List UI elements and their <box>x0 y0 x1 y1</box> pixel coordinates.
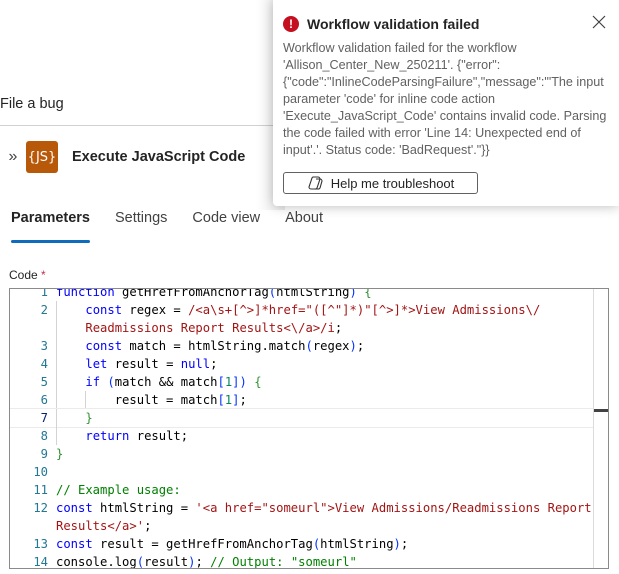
code-text: function getHrefFromAnchorTag(htmlString… <box>56 288 372 299</box>
tab-about[interactable]: About <box>285 210 323 234</box>
line-number: 8 <box>40 429 48 443</box>
code-line[interactable]: 13 const result = getHrefFromAnchorTag(ht… <box>10 535 594 553</box>
code-text: const match = htmlString.match(regex); <box>48 337 364 355</box>
code-line[interactable]: 3 const match = htmlString.match(regex); <box>10 337 594 355</box>
collapse-panel-chevron-icon[interactable]: » <box>2 148 24 166</box>
indent-guide <box>56 319 57 337</box>
line-number: 5 <box>40 375 48 389</box>
indent-guide <box>56 337 57 355</box>
code-line[interactable]: 7 } <box>10 408 595 428</box>
code-text: // Example usage: <box>56 483 181 497</box>
code-line[interactable]: 5 if (match && match[1]) { <box>10 373 594 391</box>
action-header: » {JS} Execute JavaScript Code <box>0 140 245 174</box>
code-line[interactable]: 10 <box>10 463 594 481</box>
line-number: 7 <box>40 411 48 425</box>
help-button-label: Help me troubleshoot <box>330 175 455 191</box>
tab-settings[interactable]: Settings <box>115 210 167 234</box>
code-line[interactable]: Readmissions Report Results<\/a>/i; <box>10 319 594 337</box>
code-field-label: Code * <box>9 268 46 282</box>
error-toast: ! Workflow validation failed Workflow va… <box>273 0 619 206</box>
indent-guide <box>85 391 87 409</box>
code-text: } <box>56 447 64 461</box>
code-text: result = match[1]; <box>56 391 247 409</box>
indent-guide <box>56 301 57 319</box>
file-a-bug-link[interactable]: File a bug <box>0 96 64 112</box>
code-line[interactable]: 6 result = match[1]; <box>10 391 594 409</box>
line-number: 12 <box>33 501 48 515</box>
code-line[interactable]: 8 return result; <box>10 427 594 445</box>
line-number: 9 <box>40 447 48 461</box>
javascript-braces-icon: {JS} <box>26 141 58 173</box>
line-number: 13 <box>33 537 48 551</box>
indent-guide <box>56 409 57 427</box>
code-line[interactable]: Results</a>'; <box>10 517 594 535</box>
tab-bar: Parameters Settings Code view About <box>11 210 348 243</box>
toast-header: ! Workflow validation failed <box>283 16 479 32</box>
code-text: let result = null; <box>48 355 217 373</box>
line-number: 3 <box>40 339 48 353</box>
scrollbar-cursor-marker <box>594 409 608 412</box>
toast-title: Workflow validation failed <box>307 16 480 32</box>
code-text: console.log(result); // Output: "someurl… <box>56 555 357 569</box>
line-number: 10 <box>33 465 48 479</box>
code-text: Results</a>'; <box>56 519 152 533</box>
indent-guide <box>56 373 57 391</box>
line-number <box>10 517 48 535</box>
code-line[interactable]: 14 console.log(result); // Output: "someu… <box>10 553 594 569</box>
code-editor[interactable]: 1 function getHrefFromAnchorTag(htmlStrin… <box>9 288 609 569</box>
toast-message: Workflow validation failed for the workf… <box>283 41 607 157</box>
code-text: if (match && match[1]) { <box>48 373 262 391</box>
code-text: const regex = /<a\s+[^>]*href="([^"]*)"[… <box>48 301 540 319</box>
code-text: const htmlString = '<a href="someurl">Vi… <box>56 501 592 515</box>
indent-guide <box>56 427 57 445</box>
code-label-text: Code <box>9 268 38 282</box>
error-circle-icon: ! <box>283 16 299 32</box>
line-number: 14 <box>33 555 48 569</box>
line-number: 6 <box>40 393 48 407</box>
copilot-icon <box>308 176 323 190</box>
code-lines[interactable]: 1 function getHrefFromAnchorTag(htmlStrin… <box>10 288 595 569</box>
code-line[interactable]: 1 function getHrefFromAnchorTag(htmlStrin… <box>10 288 594 301</box>
help-me-troubleshoot-button[interactable]: Help me troubleshoot <box>283 172 478 194</box>
code-line[interactable]: 12 const htmlString = '<a href="someurl">… <box>10 499 594 517</box>
line-number: 4 <box>40 357 48 371</box>
line-number: 11 <box>33 483 48 497</box>
line-number: 2 <box>40 303 48 317</box>
tab-code-view[interactable]: Code view <box>192 210 260 234</box>
code-text: const result = getHrefFromAnchorTag(html… <box>56 537 409 551</box>
code-text: return result; <box>48 427 188 445</box>
code-text: Readmissions Report Results<\/a>/i; <box>48 319 342 337</box>
code-line[interactable]: 2 const regex = /<a\s+[^>]*href="([^"]*)… <box>10 301 594 319</box>
close-icon[interactable] <box>591 14 607 30</box>
action-title[interactable]: Execute JavaScript Code <box>72 149 245 165</box>
tab-parameters[interactable]: Parameters <box>11 210 90 243</box>
code-text: } <box>48 409 93 427</box>
indent-guide <box>56 391 57 409</box>
required-marker: * <box>41 268 46 282</box>
code-line[interactable]: 11 // Example usage: <box>10 481 594 499</box>
line-number: 1 <box>40 288 48 299</box>
code-line[interactable]: 9} <box>10 445 594 463</box>
editor-scrollbar[interactable] <box>593 289 608 568</box>
code-line[interactable]: 4 let result = null; <box>10 355 594 373</box>
line-number <box>10 319 48 337</box>
indent-guide <box>56 355 57 373</box>
